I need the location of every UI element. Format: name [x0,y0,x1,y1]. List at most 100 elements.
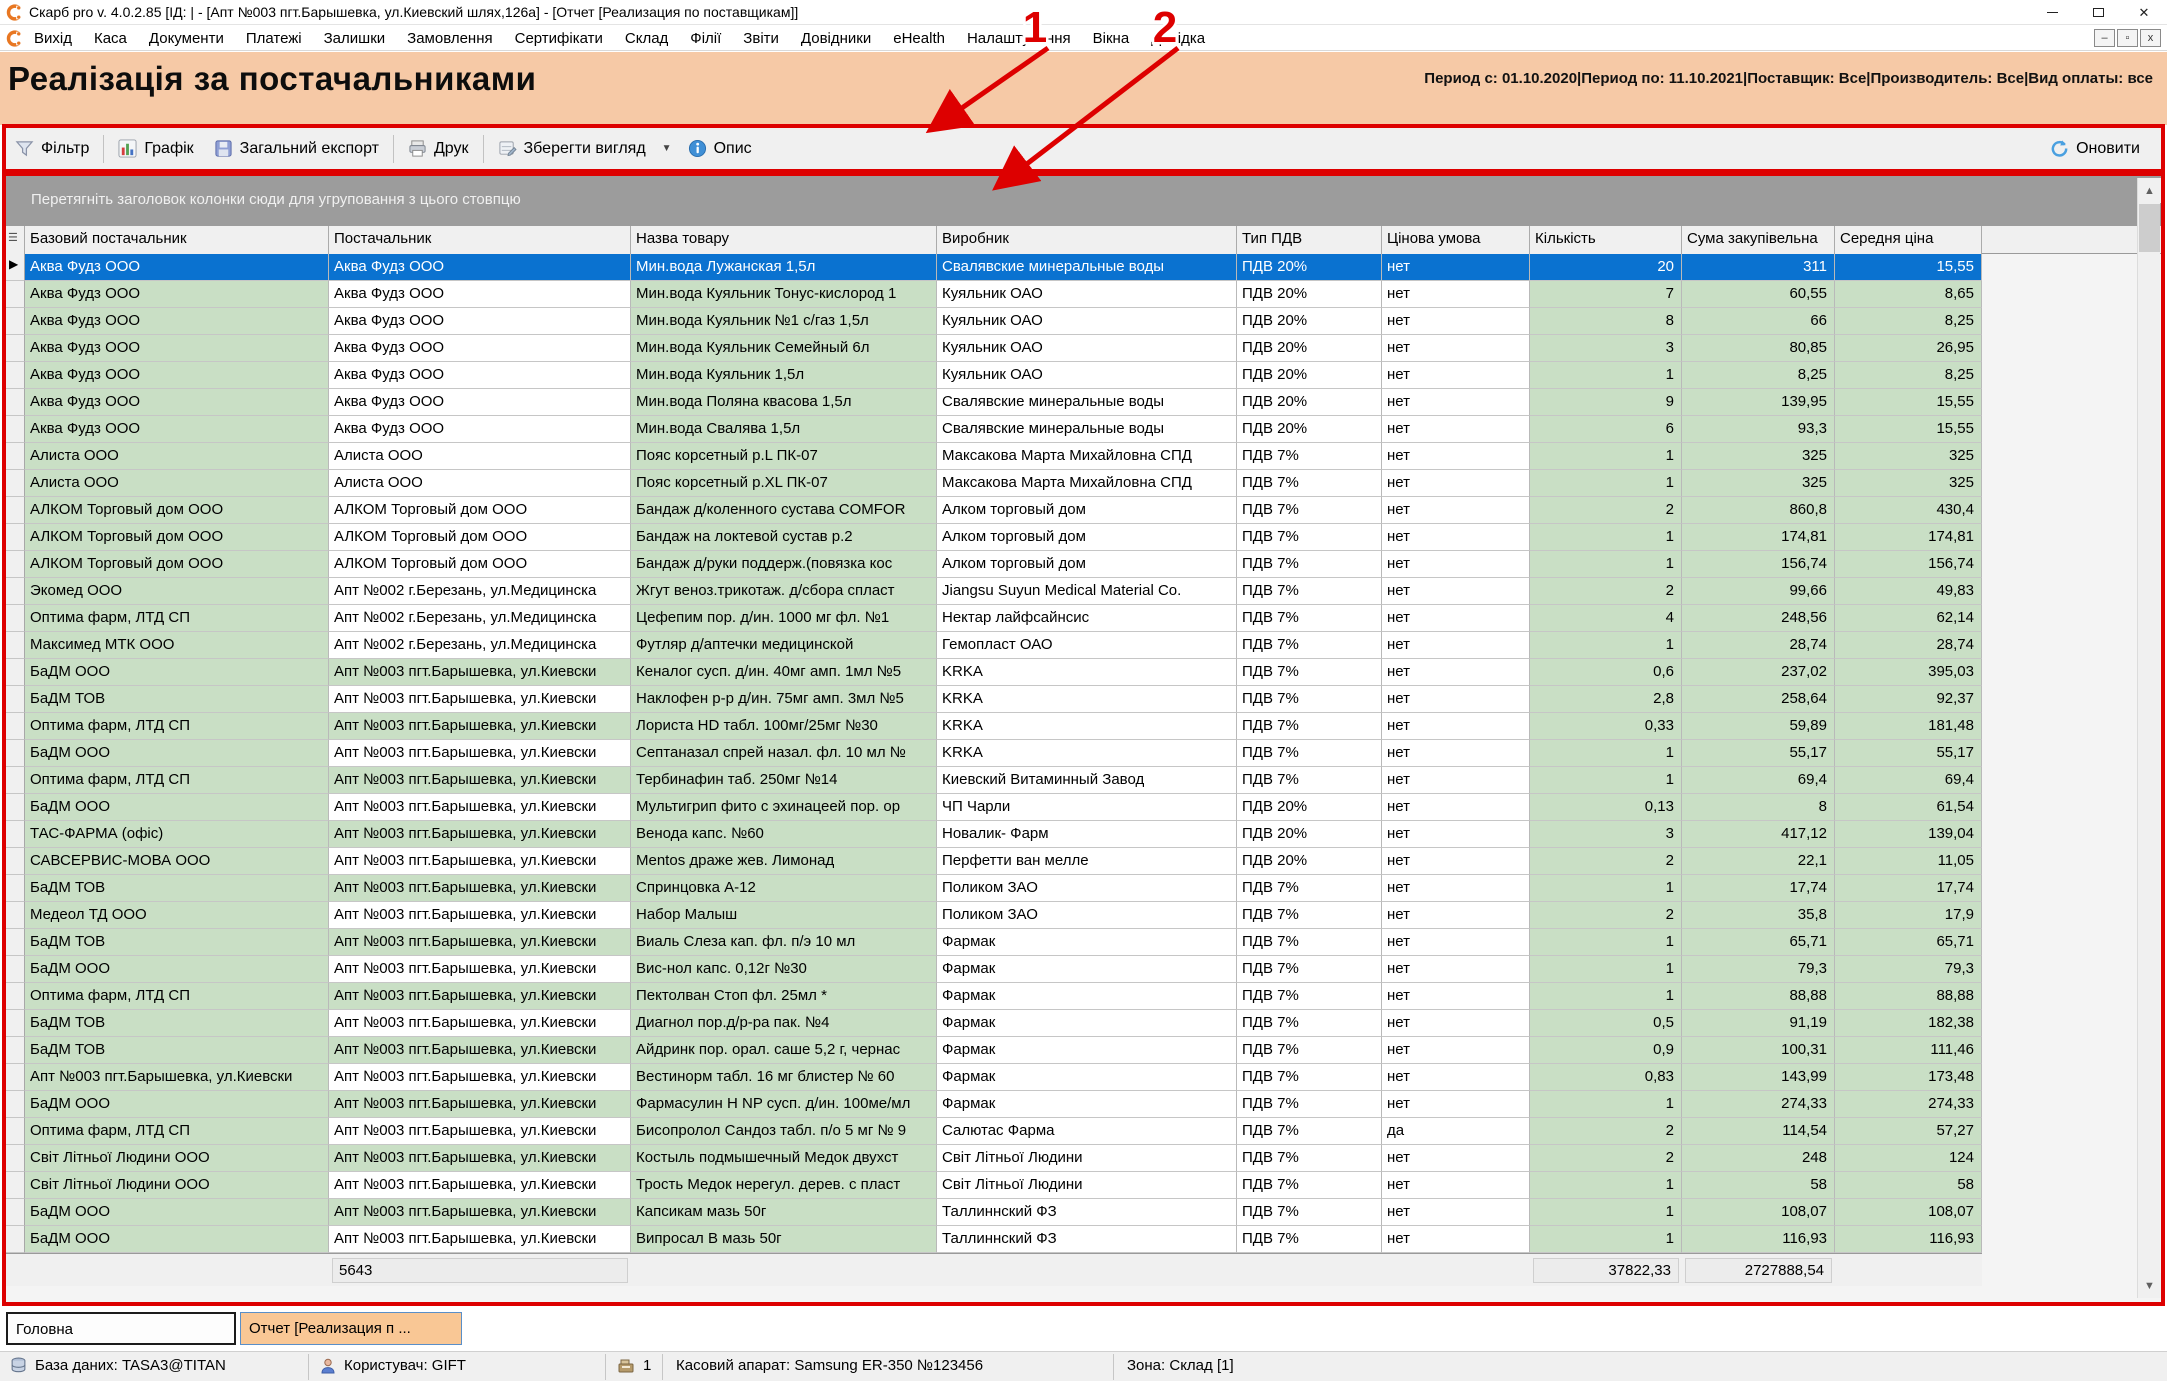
column-header-9[interactable]: Середня ціна [1835,226,1982,254]
tab-1[interactable]: Головна [6,1312,236,1345]
cell[interactable]: 11,05 [1835,848,1982,875]
cell[interactable]: Апт №003 пгт.Барышевка, ул.Киевски [329,1172,631,1199]
cell[interactable]: 156,74 [1682,551,1835,578]
cell[interactable]: ПДВ 7% [1237,983,1382,1010]
table-row[interactable]: БаДМ ОООАпт №003 пгт.Барышевка, ул.Киевс… [5,956,1982,983]
cell[interactable]: нет [1382,524,1530,551]
print-button[interactable]: Друк [398,134,479,163]
table-row[interactable]: БаДМ ОООАпт №003 пгт.Барышевка, ул.Киевс… [5,1199,1982,1226]
cell[interactable]: 139,04 [1835,821,1982,848]
cell[interactable]: БаДМ ООО [25,740,329,767]
cell[interactable]: нет [1382,1226,1530,1253]
menu-item-3[interactable]: Документи [138,28,235,49]
table-row[interactable]: БаДМ ОООАпт №003 пгт.Барышевка, ул.Киевс… [5,659,1982,686]
cell[interactable]: 59,89 [1682,713,1835,740]
column-header-8[interactable]: Сума закупівельна [1682,226,1835,254]
cell[interactable]: ПДВ 7% [1237,1118,1382,1145]
cell[interactable]: 49,83 [1835,578,1982,605]
cell[interactable]: Трость Медок нерегул. дерев. с пласт [631,1172,937,1199]
cell[interactable]: Аква Фудз ООО [25,362,329,389]
cell[interactable]: 124 [1835,1145,1982,1172]
table-row[interactable]: Оптима фарм, ЛТД СПАпт №003 пгт.Барышевк… [5,983,1982,1010]
table-row[interactable]: Аква Фудз ОООАква Фудз ОООМин.вода Куяль… [5,281,1982,308]
cell[interactable]: 15,55 [1835,416,1982,443]
cell[interactable]: 9 [1530,389,1682,416]
cell[interactable]: нет [1382,335,1530,362]
cell[interactable]: 69,4 [1682,767,1835,794]
menu-item-14[interactable]: Вікна [1082,28,1141,49]
cell[interactable]: нет [1382,848,1530,875]
cell[interactable]: 417,12 [1682,821,1835,848]
cell[interactable]: ПДВ 7% [1237,578,1382,605]
cell[interactable]: нет [1382,389,1530,416]
cell[interactable]: нет [1382,497,1530,524]
cell[interactable]: Футляр д/аптечки медицинской [631,632,937,659]
cell[interactable]: Куяльник ОАО [937,308,1237,335]
cell[interactable]: БаДМ ООО [25,1226,329,1253]
cell[interactable]: 1 [1530,1091,1682,1118]
cell[interactable]: Салютас Фарма [937,1118,1237,1145]
cell[interactable]: БаДМ ООО [25,1091,329,1118]
description-button[interactable]: Опис [678,134,762,163]
cell[interactable]: Нектар лайфсайнсис [937,605,1237,632]
column-header-5[interactable]: Тип ПДВ [1237,226,1382,254]
cell[interactable]: Куяльник ОАО [937,335,1237,362]
cell[interactable]: 395,03 [1835,659,1982,686]
cell[interactable]: Апт №003 пгт.Барышевка, ул.Киевски [329,1145,631,1172]
cell[interactable]: 58 [1835,1172,1982,1199]
cell[interactable]: ПДВ 7% [1237,713,1382,740]
cell[interactable]: 325 [1682,443,1835,470]
row-indicator-arrow[interactable]: ▶ [5,254,25,281]
cell[interactable]: Апт №003 пгт.Барышевка, ул.Киевски [329,1226,631,1253]
cell[interactable]: 1 [1530,470,1682,497]
cell[interactable]: Поликом ЗАО [937,902,1237,929]
cell[interactable]: Вис-нол капс. 0,12г №30 [631,956,937,983]
restore-button[interactable] [2075,0,2121,25]
cell[interactable]: Аква Фудз ООО [25,254,329,281]
cell[interactable]: 26,95 [1835,335,1982,362]
cell[interactable]: ПДВ 20% [1237,821,1382,848]
cell[interactable]: БаДМ ТОВ [25,1010,329,1037]
row-indicator[interactable] [5,1091,25,1118]
row-indicator[interactable] [5,389,25,416]
cell[interactable]: АЛКОМ Торговый дом ООО [25,497,329,524]
column-header-2[interactable]: Постачальник [329,226,631,254]
cell[interactable]: 8,65 [1835,281,1982,308]
cell[interactable]: 248 [1682,1145,1835,1172]
cell[interactable]: 8 [1530,308,1682,335]
cell[interactable]: Аква Фудз ООО [329,308,631,335]
cell[interactable]: Лориста HD табл. 100мг/25мг №30 [631,713,937,740]
cell[interactable]: нет [1382,794,1530,821]
cell[interactable]: KRKA [937,659,1237,686]
cell[interactable]: Тербинафин таб. 250мг №14 [631,767,937,794]
cell[interactable]: нет [1382,1145,1530,1172]
table-row[interactable]: Оптима фарм, ЛТД СПАпт №003 пгт.Барышевк… [5,767,1982,794]
cell[interactable]: Бандаж д/коленного сустава COMFOR [631,497,937,524]
cell[interactable]: 1 [1530,983,1682,1010]
table-row[interactable]: БаДМ ОООАпт №003 пгт.Барышевка, ул.Киевс… [5,740,1982,767]
menu-item-4[interactable]: Платежі [235,28,313,49]
cell[interactable]: 274,33 [1682,1091,1835,1118]
cell[interactable]: ПДВ 20% [1237,416,1382,443]
cell[interactable]: 20 [1530,254,1682,281]
cell[interactable]: 8,25 [1835,308,1982,335]
cell[interactable]: Пояс корсетный p.L ПК-07 [631,443,937,470]
table-row[interactable]: Аква Фудз ОООАква Фудз ОООМин.вода Куяль… [5,335,1982,362]
cell[interactable]: да [1382,1118,1530,1145]
cell[interactable]: 2 [1530,1118,1682,1145]
cell[interactable]: Бандаж д/руки поддерж.(повязка кос [631,551,937,578]
grid-corner-grip-icon[interactable]: ☰ [5,226,25,254]
cell[interactable]: Фармак [937,1091,1237,1118]
cell[interactable]: БаДМ ТОВ [25,686,329,713]
cell[interactable]: 2 [1530,497,1682,524]
child-restore-button[interactable]: ▫ [2117,29,2138,47]
cell[interactable]: Світ Літньої Людини ООО [25,1172,329,1199]
cell[interactable]: Jiangsu Suyun Medical Material Co. [937,578,1237,605]
row-indicator[interactable] [5,308,25,335]
cell[interactable]: Світ Літньої Людини [937,1145,1237,1172]
cell[interactable]: 182,38 [1835,1010,1982,1037]
cell[interactable]: ПДВ 20% [1237,254,1382,281]
row-indicator[interactable] [5,605,25,632]
cell[interactable]: Аква Фудз ООО [25,389,329,416]
row-indicator[interactable] [5,632,25,659]
